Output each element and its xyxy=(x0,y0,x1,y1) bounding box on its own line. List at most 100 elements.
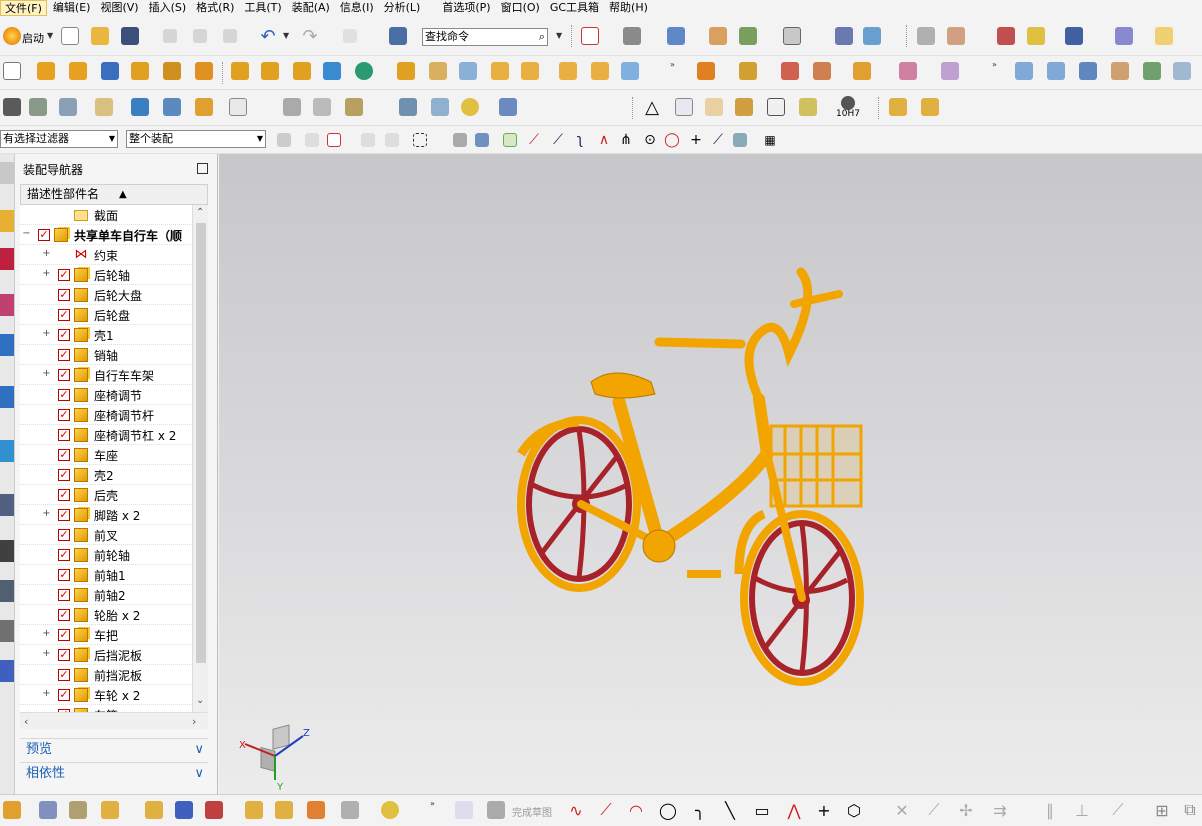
through-curves-icon[interactable] xyxy=(1012,60,1036,82)
text-feature-icon[interactable] xyxy=(226,96,250,118)
dependency-section[interactable]: 相依性 ∨ xyxy=(20,762,208,784)
undo-dropdown-icon[interactable]: ▼ xyxy=(283,31,289,40)
menu-item[interactable]: 装配(A) xyxy=(288,0,334,16)
visibility-checkbox[interactable]: ✓ xyxy=(58,369,70,381)
unite-icon[interactable] xyxy=(518,60,542,82)
expand-icon[interactable]: + xyxy=(42,269,51,279)
ruled-surface-icon[interactable] xyxy=(1170,60,1194,82)
section-view-icon[interactable] xyxy=(706,25,730,47)
tree-row[interactable]: ✓ 销轴 xyxy=(20,345,192,365)
tree-row[interactable]: + ✓ 自行车车架 xyxy=(20,365,192,385)
bearing-icon[interactable] xyxy=(458,96,482,118)
visibility-checkbox[interactable]: ✓ xyxy=(58,589,70,601)
roles-tab-icon[interactable] xyxy=(0,620,14,642)
mirror-assembly-icon[interactable] xyxy=(128,60,152,82)
visibility-checkbox[interactable]: ✓ xyxy=(58,469,70,481)
tree-row[interactable]: ✓ 前叉 xyxy=(20,525,192,545)
hide-component-icon[interactable] xyxy=(0,799,24,821)
tree-row[interactable]: + ⋈ 约束 xyxy=(20,245,192,265)
measure-tools-icon[interactable] xyxy=(1112,25,1136,47)
assembly-cut-icon[interactable] xyxy=(272,799,296,821)
command-search-input[interactable]: 查找命令 ⌕ xyxy=(422,28,548,46)
scope-select[interactable]: 整个装配 ▼ xyxy=(126,130,266,148)
assembly-constraint-icon[interactable] xyxy=(34,60,58,82)
paste-icon[interactable] xyxy=(218,25,242,47)
tree-row[interactable]: ✓ 后壳 xyxy=(20,485,192,505)
tree-row[interactable]: ✓ 后轮盘 xyxy=(20,305,192,325)
scroll-up-icon[interactable]: ⌃ xyxy=(196,207,204,218)
tree-row[interactable]: 截面 xyxy=(20,205,192,225)
chevron-down-icon[interactable]: ∨ xyxy=(194,763,204,785)
chamfer-sketch-icon[interactable]: ╲ xyxy=(718,799,742,821)
chamfer-icon[interactable] xyxy=(618,60,642,82)
tree-row[interactable]: ✓ 座椅调节杆 xyxy=(20,405,192,425)
quick-trim-icon[interactable]: ✕ xyxy=(890,799,914,821)
web-browser-tab-icon[interactable] xyxy=(0,440,14,462)
sheet-metal-icon[interactable] xyxy=(192,96,216,118)
expand-icon[interactable]: + xyxy=(42,329,51,339)
geometric-constraint-icon[interactable]: ∥ xyxy=(1038,799,1062,821)
scroll-down-icon[interactable]: ⌄ xyxy=(196,695,204,706)
process-studio-tab-icon[interactable] xyxy=(0,580,14,602)
column-header[interactable]: 描述性部件名 ▲ xyxy=(20,184,208,205)
reuse-library-tab-icon[interactable] xyxy=(0,334,14,356)
tree-row[interactable]: ✓ 车座 xyxy=(20,445,192,465)
offset-face-icon[interactable] xyxy=(850,60,874,82)
start-button[interactable]: 启动 xyxy=(22,30,44,46)
tree-row[interactable]: ✓ 轮胎 x 2 xyxy=(20,605,192,625)
trim-body-icon[interactable] xyxy=(694,60,718,82)
visibility-checkbox[interactable]: ✓ xyxy=(58,349,70,361)
snap-quadrant-icon[interactable]: ◯ xyxy=(660,129,684,151)
wave-geometry-icon[interactable] xyxy=(304,799,328,821)
snap-endpoint-icon[interactable] xyxy=(498,129,522,151)
subtract-icon[interactable] xyxy=(778,60,802,82)
visibility-checkbox[interactable]: ✓ xyxy=(58,689,70,701)
drawing-sheet-icon[interactable] xyxy=(764,96,788,118)
graphics-window[interactable]: X Z Y xyxy=(219,154,1202,794)
system-materials-tab-icon[interactable] xyxy=(0,540,14,562)
maximize-icon[interactable] xyxy=(197,163,208,174)
search-dropdown-icon[interactable]: ▼ xyxy=(556,31,562,40)
visibility-checkbox[interactable]: ✓ xyxy=(58,309,70,321)
boss-icon[interactable] xyxy=(488,60,512,82)
command-finder-icon[interactable] xyxy=(386,25,410,47)
project-curve-icon[interactable] xyxy=(310,96,334,118)
polygon-icon[interactable]: ⋀ xyxy=(782,799,806,821)
spring-icon[interactable] xyxy=(428,96,452,118)
expand-icon[interactable]: + xyxy=(42,629,51,639)
array-component-icon[interactable] xyxy=(160,60,184,82)
show-component-icon[interactable] xyxy=(36,799,60,821)
ruler-icon[interactable] xyxy=(1152,25,1176,47)
menu-item[interactable]: 帮助(H) xyxy=(605,0,652,16)
finish-sketch-icon[interactable] xyxy=(484,799,508,821)
menu-item[interactable]: 信息(I) xyxy=(336,0,378,16)
toolbar-overflow-icon[interactable]: » xyxy=(670,60,675,69)
snap-intersection-icon[interactable]: ⋔ xyxy=(614,129,638,151)
stack-icon[interactable] xyxy=(56,96,80,118)
clearance-icon[interactable] xyxy=(338,799,362,821)
pattern-icon[interactable] xyxy=(290,60,314,82)
snap-on-curve-icon[interactable]: ⟋ xyxy=(706,129,730,151)
tree-row[interactable]: + ✓ 壳1 xyxy=(20,325,192,345)
tree-row[interactable]: ✓ 座椅调节 xyxy=(20,385,192,405)
replace-component-icon[interactable] xyxy=(242,799,266,821)
studio-surface-icon[interactable] xyxy=(1140,60,1164,82)
cut-icon[interactable] xyxy=(158,25,182,47)
visibility-checkbox[interactable]: ✓ xyxy=(58,289,70,301)
preview-section[interactable]: 预览 ∨ xyxy=(20,738,208,760)
assembly-sequence-icon[interactable] xyxy=(918,96,942,118)
hammer-icon[interactable] xyxy=(160,96,184,118)
menu-item[interactable]: 文件(F) xyxy=(0,0,47,16)
open-folder-icon[interactable] xyxy=(88,25,112,47)
polygon-sketch-icon[interactable]: ⬡ xyxy=(842,799,866,821)
part-navigator-tab-icon[interactable] xyxy=(0,294,14,316)
spreadsheet-icon[interactable] xyxy=(672,96,696,118)
help-tools-icon[interactable] xyxy=(1024,25,1048,47)
start-dropdown-icon[interactable]: ▼ xyxy=(47,31,53,40)
layer-settings-icon[interactable] xyxy=(832,25,856,47)
make-corner-icon[interactable]: ✢ xyxy=(954,799,978,821)
wave-link-icon[interactable] xyxy=(320,60,344,82)
profile-icon[interactable]: ∿ xyxy=(564,799,588,821)
sort-ascending-icon[interactable]: ▲ xyxy=(119,185,127,204)
expand-icon[interactable]: + xyxy=(42,249,51,259)
